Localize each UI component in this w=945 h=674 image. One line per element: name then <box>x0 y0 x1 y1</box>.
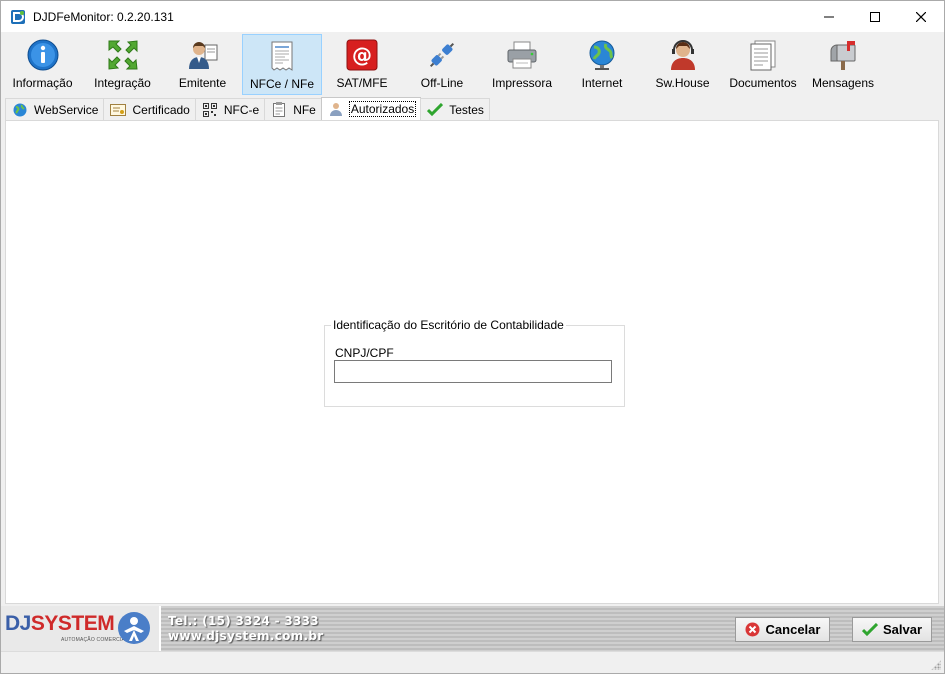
check-icon <box>427 102 444 116</box>
window-title: DJDFeMonitor: 0.2.20.131 <box>33 9 174 24</box>
toolbar-emitente-button[interactable]: Emitente <box>163 34 242 95</box>
tab-autorizados[interactable]: Autorizados <box>320 97 422 120</box>
toolbar-documentos-button[interactable]: Documentos <box>723 34 803 95</box>
tab-label: Certificado <box>132 102 190 117</box>
close-icon <box>916 11 926 22</box>
clipboard-icon <box>273 102 286 117</box>
save-label: Salvar <box>882 622 923 637</box>
close-button[interactable] <box>898 1 944 32</box>
tab-webservice[interactable]: WebService <box>5 98 105 120</box>
maximize-icon <box>870 11 880 22</box>
title-bar: DJDFeMonitor: 0.2.20.131 <box>1 1 944 32</box>
brand-logo-text: DJSYSTEM <box>5 612 115 636</box>
toolbar-mensagens-button[interactable]: Mensagens <box>803 34 883 95</box>
globe-icon <box>589 40 615 70</box>
brand-system: SYSTEM <box>30 612 115 635</box>
tab-certificado[interactable]: Certificado <box>103 98 196 120</box>
status-bar <box>1 651 944 673</box>
cancel-button[interactable]: Cancelar <box>735 617 830 642</box>
qrcode-icon <box>202 102 217 117</box>
app-window: DJDFeMonitor: 0.2.20.131 Informação Inte… <box>0 0 945 674</box>
tab-label: NFC-e <box>223 102 260 117</box>
toolbar-label: NFCe / NFe <box>249 77 314 91</box>
toolbar-label: Mensagens <box>811 76 875 90</box>
plug-icon <box>429 42 455 68</box>
brand-area: DJSYSTEM AUTOMAÇÃO COMERCIAL <box>1 606 161 651</box>
tab-panel-autorizados: Identificação do Escritório de Contabili… <box>5 120 939 604</box>
info-icon <box>27 39 58 71</box>
app-logo-icon <box>11 9 25 24</box>
toolbar-label: Sw.House <box>655 76 710 90</box>
toolbar-label: Informação <box>12 76 73 90</box>
check-icon <box>861 622 878 636</box>
resize-grip-icon[interactable] <box>931 660 941 670</box>
at-sign-icon: @ <box>346 39 378 71</box>
toolbar-integracao-button[interactable]: Integração <box>82 34 163 95</box>
toolbar-label: Internet <box>581 76 623 90</box>
accounting-office-group: Identificação do Escritório de Contabili… <box>324 318 625 407</box>
documents-icon <box>750 40 776 71</box>
svg-text:@: @ <box>352 43 372 67</box>
save-button[interactable]: Salvar <box>852 617 932 642</box>
integration-arrows-icon <box>108 40 138 70</box>
printer-icon <box>507 41 537 69</box>
cnpj-cpf-label: CNPJ/CPF <box>335 346 394 360</box>
tab-label: Testes <box>449 102 484 117</box>
cnpj-cpf-input[interactable] <box>334 360 612 383</box>
toolbar-nfce-nfe-button[interactable]: NFCe / NFe <box>242 34 322 95</box>
contact-info: Tel.: (15) 3324 - 3333 www.djsystem.com.… <box>168 614 323 644</box>
phone-text: Tel.: (15) 3324 - 3333 <box>168 614 319 628</box>
tab-strip: WebService Certificado NFC-e NFe Autoriz… <box>5 97 490 120</box>
toolbar-label: SAT/MFE <box>336 76 388 90</box>
tab-testes[interactable]: Testes <box>420 98 490 120</box>
toolbar-label: Documentos <box>729 76 797 90</box>
toolbar-offline-button[interactable]: Off-Line <box>402 34 482 95</box>
toolbar-sat-mfe-button[interactable]: @ SAT/MFE <box>322 34 402 95</box>
maximize-button[interactable] <box>852 1 898 32</box>
tab-nfce[interactable]: NFC-e <box>194 98 266 120</box>
toolbar-label: Emitente <box>178 76 227 90</box>
certificate-icon <box>110 103 127 116</box>
mailbox-icon <box>830 41 856 70</box>
toolbar-label: Impressora <box>491 76 553 90</box>
toolbar-informacao-button[interactable]: Informação <box>3 34 82 95</box>
cancel-label: Cancelar <box>765 622 821 637</box>
brand-dj: DJ <box>5 612 31 635</box>
toolbar-label: Integração <box>94 76 151 90</box>
toolbar-internet-button[interactable]: Internet <box>562 34 642 95</box>
tab-nfe[interactable]: NFe <box>264 98 322 120</box>
issuer-person-icon <box>188 42 217 69</box>
toolbar-swhouse-button[interactable]: Sw.House <box>642 34 723 95</box>
minimize-button[interactable] <box>806 1 852 32</box>
toolbar-label: Off-Line <box>420 76 464 90</box>
brand-figure-icon <box>118 612 150 644</box>
tab-label: NFe <box>293 102 316 117</box>
group-legend: Identificação do Escritório de Contabili… <box>331 318 566 332</box>
invoice-icon <box>271 41 293 71</box>
user-icon <box>329 103 342 116</box>
globe-icon <box>13 103 27 116</box>
tab-label: WebService <box>34 102 99 117</box>
support-headset-icon <box>670 40 695 70</box>
minimize-icon <box>824 16 834 17</box>
main-toolbar: Informação Integração Emitente NFCe / NF… <box>1 32 944 96</box>
footer-bar: DJSYSTEM AUTOMAÇÃO COMERCIAL Tel.: (15) … <box>1 606 944 651</box>
toolbar-impressora-button[interactable]: Impressora <box>482 34 562 95</box>
tab-label: Autorizados <box>348 101 417 117</box>
website-text: www.djsystem.com.br <box>168 629 324 643</box>
cancel-icon <box>745 622 760 637</box>
